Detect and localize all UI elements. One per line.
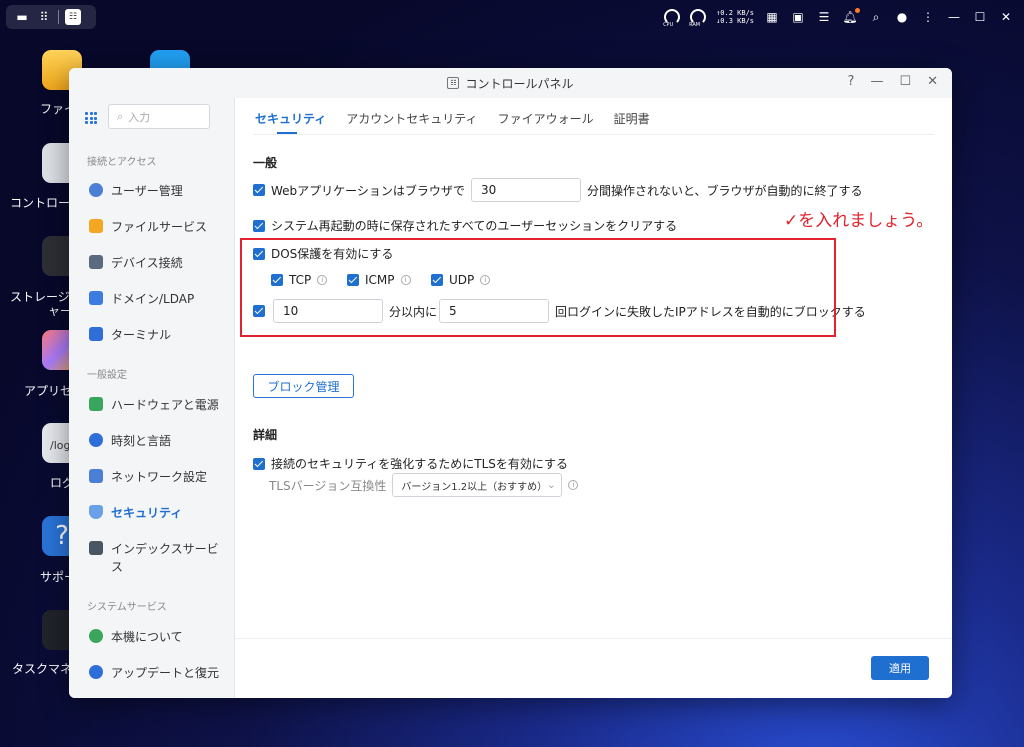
window-titlebar[interactable]: ☷ コントロールパネル ? — ☐ ✕ bbox=[69, 68, 952, 98]
globe-icon bbox=[89, 433, 103, 447]
sidebar-item-index-service-wrap[interactable]: ス bbox=[69, 551, 234, 581]
tls-row: 接続のセキュリティを強化するためにTLSを有効にする bbox=[253, 455, 568, 472]
search-icon[interactable]: ⌕ bbox=[868, 9, 884, 25]
apply-button[interactable]: 適用 bbox=[871, 656, 929, 680]
tls-checkbox[interactable] bbox=[253, 457, 265, 470]
ram-gauge-icon[interactable]: RAM bbox=[689, 9, 707, 28]
window-title: コントロールパネル bbox=[465, 76, 574, 91]
tls-label: 接続のセキュリティを強化するためにTLSを有効にする bbox=[271, 457, 569, 471]
tls-info-icon[interactable]: i bbox=[568, 480, 579, 490]
user-icon[interactable]: ● bbox=[894, 9, 910, 25]
tab-divider bbox=[253, 134, 934, 135]
sidebar-item-hardware[interactable]: ハードウェアと電源 bbox=[69, 389, 234, 419]
web-timeout-suffix: 分間操作されないと、ブラウザが自動的に終了する bbox=[586, 183, 863, 198]
sidebar-item-users[interactable]: ユーザー管理 bbox=[69, 175, 234, 205]
notification-bell-icon[interactable]: 🔔︎ bbox=[842, 8, 860, 25]
clear-sessions-label: システム再起動の時に保存されたすべてのユーザーセッションをクリアする bbox=[271, 219, 678, 233]
web-timeout-prefix: Webアプリケーションはブラウザで bbox=[271, 183, 465, 198]
hardware-icon bbox=[89, 397, 103, 411]
control-panel-taskbar-icon[interactable]: ☷ bbox=[65, 9, 81, 25]
folder-icon bbox=[89, 219, 103, 233]
net-up-value: 0.2 KB/s bbox=[720, 9, 754, 17]
tls-compat-value: バージョン1.2以上（おすすめ） bbox=[401, 481, 548, 493]
desktop-label-app[interactable]: アプリセ bbox=[24, 382, 72, 399]
window-close-icon[interactable]: ✕ bbox=[927, 74, 938, 89]
app-grid-icon[interactable] bbox=[85, 112, 97, 124]
users-icon bbox=[89, 183, 103, 197]
sidebar-item-network[interactable]: ネットワーク設定 bbox=[69, 461, 234, 491]
network-icon bbox=[89, 469, 103, 483]
minimize-icon[interactable]: — bbox=[946, 9, 962, 25]
block-manage-button[interactable]: ブロック管理 bbox=[253, 374, 354, 398]
tls-compat-row: TLSバージョン互換性 バージョン1.2以上（おすすめ） ⌄ i bbox=[269, 473, 579, 497]
sidebar-item-domain-ldap[interactable]: ドメイン/LDAP bbox=[69, 283, 234, 313]
clear-sessions-row: システム再起動の時に保存されたすべてのユーザーセッションをクリアする bbox=[253, 217, 677, 234]
tab-certificate[interactable]: 証明書 bbox=[614, 98, 650, 134]
sidebar-item-update[interactable]: アップデートと復元 bbox=[69, 657, 234, 687]
general-heading: 一般 bbox=[253, 156, 278, 170]
terminal-icon bbox=[89, 327, 103, 341]
section-title-general: 一般設定 bbox=[87, 370, 127, 381]
search-input[interactable]: ⌕ 入力 bbox=[108, 104, 210, 129]
net-down-value: 0.3 KB/s bbox=[720, 17, 754, 25]
sidebar-item-security[interactable]: セキュリティ bbox=[69, 497, 234, 527]
web-timeout-input[interactable]: 30 bbox=[470, 178, 581, 202]
tls-compat-label: TLSバージョン互換性 bbox=[269, 478, 387, 493]
window-maximize-icon[interactable]: ☐ bbox=[899, 74, 911, 89]
sidebar: ⌕ 入力 接続とアクセス ユーザー管理 ファイルサービス デバイス接続 ドメイン… bbox=[69, 98, 234, 698]
help-icon[interactable]: ? bbox=[848, 74, 855, 89]
section-title-system: システムサービス bbox=[87, 602, 167, 613]
sidebar-item-about[interactable]: 本機について bbox=[69, 621, 234, 651]
domain-icon bbox=[89, 291, 103, 305]
device-icon bbox=[89, 255, 103, 269]
maximize-icon[interactable]: ☐ bbox=[972, 9, 988, 25]
sidebar-item-devices[interactable]: デバイス接続 bbox=[69, 247, 234, 277]
search-icon: ⌕ bbox=[117, 109, 124, 123]
options-icon[interactable]: ⋮ bbox=[920, 9, 936, 25]
taskbar-left-group: ▬ ⠿ ☷ bbox=[6, 5, 96, 29]
control-panel-window: ☷ コントロールパネル ? — ☐ ✕ ⌕ 入力 接続とアクセス ユーザー管理 … bbox=[69, 68, 952, 698]
tasks-icon[interactable]: ☰ bbox=[816, 9, 832, 25]
chevron-down-icon: ⌄ bbox=[547, 479, 556, 491]
section-title-connection: 接続とアクセス bbox=[87, 157, 157, 168]
cpu-gauge-icon[interactable]: CPU bbox=[663, 9, 681, 28]
tab-firewall[interactable]: ファイアウォール bbox=[498, 98, 594, 134]
monitor-icon[interactable]: ▣ bbox=[790, 9, 806, 25]
app-grid-icon[interactable]: ⠿ bbox=[36, 9, 52, 25]
annotation-text: ✓を入れましょう。 bbox=[784, 211, 934, 231]
close-icon[interactable]: ✕ bbox=[998, 9, 1014, 25]
window-minimize-icon[interactable]: — bbox=[870, 74, 883, 89]
system-tray: CPU RAM ↑0.2 KB/s ↓0.3 KB/s ▦ ▣ ☰ 🔔︎ ⌕ ●… bbox=[663, 6, 1014, 28]
desktop-icon[interactable]: ▬ bbox=[14, 9, 30, 25]
advanced-heading: 詳細 bbox=[253, 428, 278, 442]
search-placeholder: 入力 bbox=[128, 110, 151, 124]
sidebar-item-terminal[interactable]: ターミナル bbox=[69, 319, 234, 349]
network-speed[interactable]: ↑0.2 KB/s ↓0.3 KB/s bbox=[716, 9, 754, 25]
main-panel: セキュリティ アカウントセキュリティ ファイアウォール 証明書 一般 Webアプ… bbox=[234, 98, 952, 698]
annotation-highlight-box bbox=[240, 238, 836, 337]
info-icon bbox=[89, 629, 103, 643]
widgets-icon[interactable]: ▦ bbox=[764, 9, 780, 25]
tab-bar: セキュリティ アカウントセキュリティ ファイアウォール 証明書 bbox=[255, 98, 650, 134]
shield-icon bbox=[89, 505, 103, 519]
footer-bar: 適用 bbox=[235, 638, 952, 698]
clear-sessions-checkbox[interactable] bbox=[253, 219, 265, 232]
sidebar-item-time-language[interactable]: 時刻と言語 bbox=[69, 425, 234, 455]
web-timeout-row: Webアプリケーションはブラウザで 30 分間操作されないと、ブラウザが自動的に… bbox=[253, 178, 862, 202]
update-icon bbox=[89, 665, 103, 679]
control-panel-title-icon: ☷ bbox=[447, 77, 460, 89]
sidebar-item-file-services[interactable]: ファイルサービス bbox=[69, 211, 234, 241]
desktop-label-control[interactable]: コントロー bbox=[10, 194, 70, 211]
web-timeout-checkbox[interactable] bbox=[253, 184, 265, 196]
taskbar: ▬ ⠿ ☷ CPU RAM ↑0.2 KB/s ↓0.3 KB/s ▦ ▣ ☰ … bbox=[0, 0, 1024, 34]
tab-account-security[interactable]: アカウントセキュリティ bbox=[346, 98, 477, 134]
tab-security[interactable]: セキュリティ bbox=[255, 98, 326, 134]
tls-compat-select[interactable]: バージョン1.2以上（おすすめ） ⌄ bbox=[392, 473, 563, 497]
